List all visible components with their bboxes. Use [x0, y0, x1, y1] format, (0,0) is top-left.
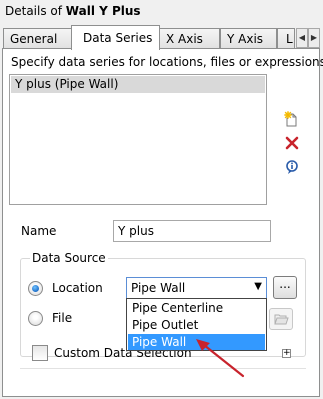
- chevron-left-icon: ◀: [298, 33, 306, 42]
- location-select-value: Pipe Wall: [131, 281, 186, 295]
- panel-header: Details of Wall Y Plus: [5, 4, 141, 18]
- chevron-down-icon[interactable]: ▼: [254, 281, 262, 292]
- list-item-label: Y plus (Pipe Wall): [15, 77, 119, 91]
- data-series-list[interactable]: Y plus (Pipe Wall): [9, 74, 267, 205]
- location-select[interactable]: Pipe Wall ▼: [126, 277, 267, 299]
- tab-scroll-left-button[interactable]: ◀: [296, 28, 308, 48]
- browse-label: ...: [279, 277, 291, 291]
- instruction-text: Specify data series for locations, files…: [11, 55, 323, 69]
- expand-icon[interactable]: +: [282, 349, 291, 358]
- list-item[interactable]: Y plus (Pipe Wall): [11, 76, 265, 93]
- open-file-button[interactable]: [269, 308, 293, 330]
- tab-x-axis[interactable]: X Axis: [159, 28, 220, 49]
- annotation-arrow-icon: [196, 339, 245, 378]
- delete-series-button[interactable]: [285, 136, 301, 152]
- tab-scroll-right-button[interactable]: ▶: [308, 28, 320, 48]
- dropdown-option[interactable]: Pipe Centerline: [128, 300, 265, 316]
- tab-legend[interactable]: L: [277, 28, 295, 49]
- header-prefix: Details of: [5, 4, 66, 18]
- name-input[interactable]: Y plus: [113, 220, 271, 242]
- info-icon: [286, 160, 298, 174]
- file-label: File: [52, 311, 73, 325]
- browse-button[interactable]: ...: [273, 276, 297, 299]
- new-document-icon: [284, 111, 297, 127]
- custom-data-selection-checkbox[interactable]: [32, 345, 48, 361]
- tab-label: General: [10, 32, 58, 46]
- chevron-right-icon: ▶: [310, 33, 318, 42]
- delete-icon: [285, 136, 299, 150]
- tab-general[interactable]: General: [3, 28, 72, 49]
- tab-label: L: [286, 32, 293, 46]
- object-name: Wall Y Plus: [65, 4, 141, 18]
- location-label: Location: [52, 281, 103, 295]
- name-label: Name: [21, 224, 57, 238]
- tab-label: Y Axis: [227, 32, 264, 46]
- folder-open-icon: [274, 314, 289, 325]
- location-radio[interactable]: [28, 281, 43, 296]
- new-series-button[interactable]: [283, 111, 299, 127]
- data-source-title: Data Source: [30, 251, 108, 265]
- file-radio[interactable]: [28, 311, 43, 326]
- tab-label: X Axis: [166, 32, 203, 46]
- tab-y-axis[interactable]: Y Axis: [220, 28, 277, 49]
- tab-strip: General X Axis Y Axis L Data Series ◀ ▶: [0, 25, 323, 50]
- tab-data-series[interactable]: Data Series: [71, 25, 160, 50]
- tab-label: Data Series: [83, 31, 153, 45]
- section-divider: [20, 368, 306, 369]
- series-info-button[interactable]: [284, 159, 300, 175]
